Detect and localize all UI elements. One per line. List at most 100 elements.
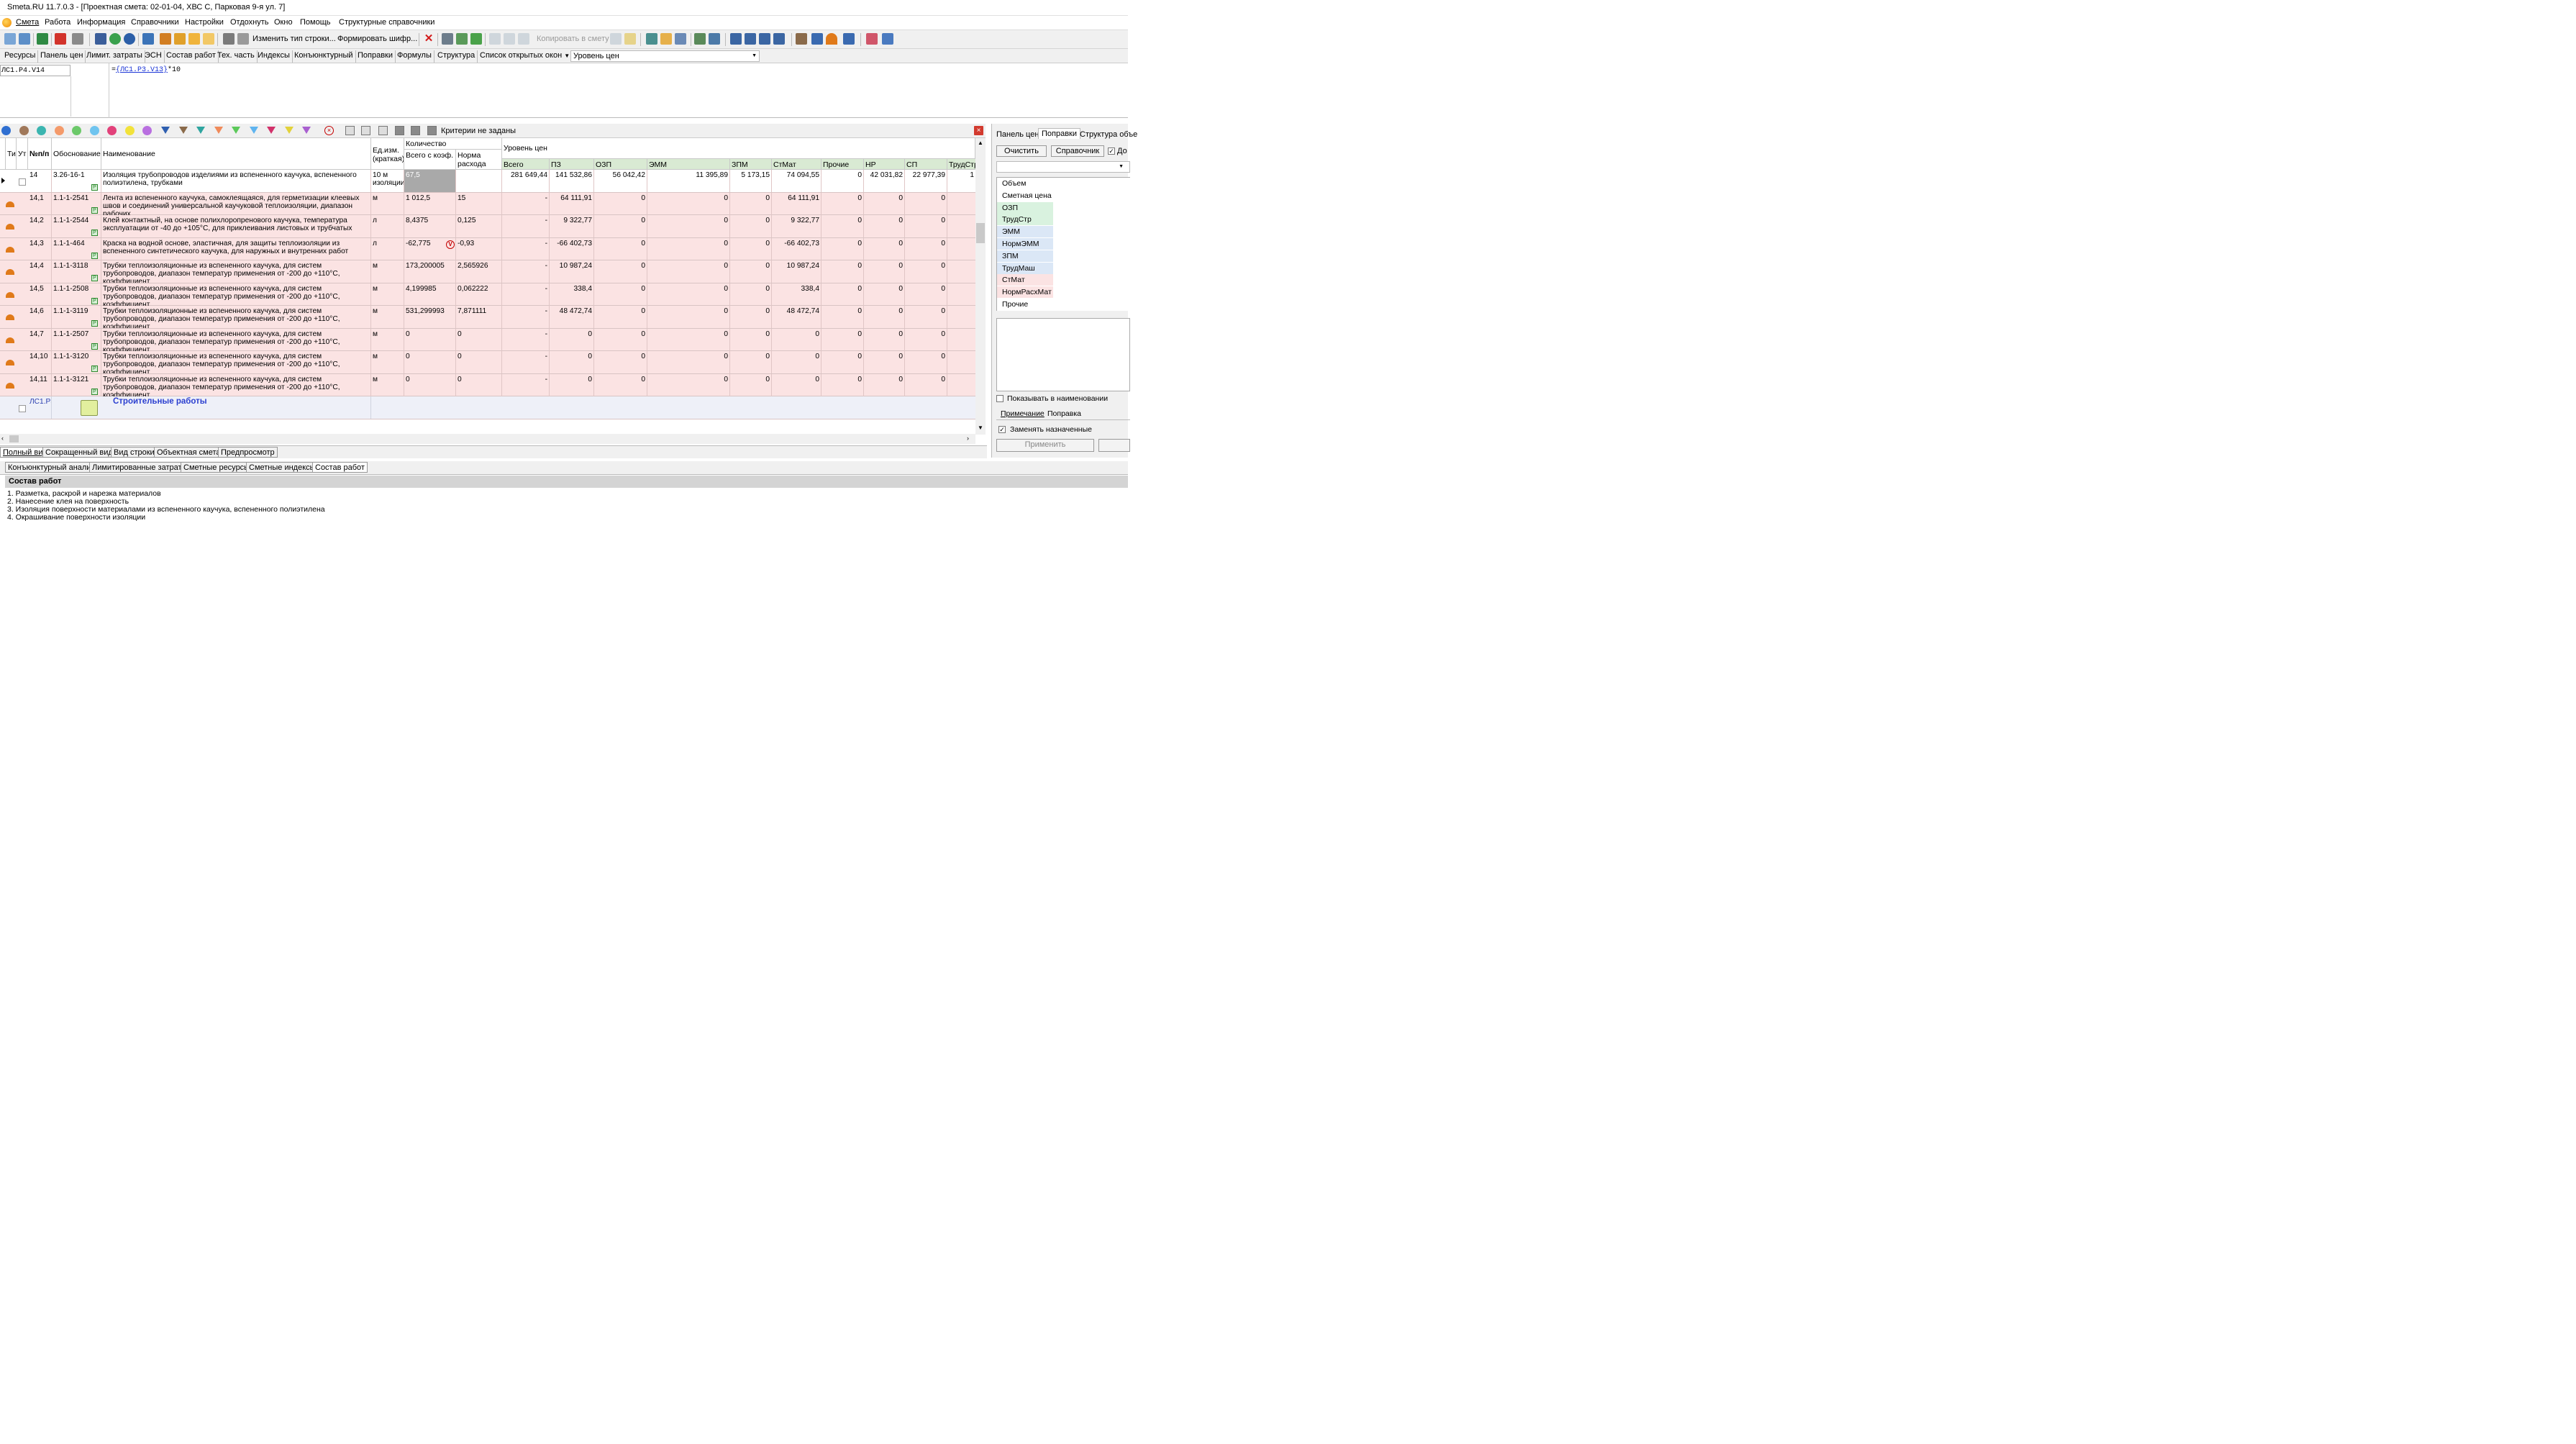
- cell-stmat[interactable]: 0: [772, 373, 822, 396]
- cell-stmat[interactable]: -66 402,73: [772, 237, 822, 260]
- cell-other[interactable]: 0: [822, 215, 864, 237]
- tab-price-panel[interactable]: Панель цен: [38, 50, 86, 63]
- cell-emm[interactable]: 0: [647, 351, 730, 373]
- header-cell-emm[interactable]: ЭММ: [647, 159, 730, 170]
- tool-p-icon[interactable]: [882, 33, 893, 45]
- cell-zpm[interactable]: 0: [730, 260, 772, 283]
- cell-other[interactable]: 0: [822, 192, 864, 215]
- cell-pz[interactable]: 48 472,74: [550, 306, 594, 328]
- cell-nr[interactable]: 42 031,82: [864, 170, 905, 192]
- cell-other[interactable]: 0: [822, 170, 864, 192]
- tab-limit-costs[interactable]: Лимит. затраты: [84, 50, 145, 63]
- cell-pz[interactable]: 0: [550, 373, 594, 396]
- cell-sp[interactable]: 0: [905, 237, 947, 260]
- menu-window[interactable]: Окно: [274, 18, 293, 27]
- cell-emm[interactable]: 0: [647, 260, 730, 283]
- menu-relax[interactable]: Отдохнуть: [230, 18, 269, 27]
- cell-trudstr[interactable]: [947, 238, 975, 260]
- cell-other[interactable]: 0: [822, 283, 864, 306]
- print-preview-icon[interactable]: [237, 33, 249, 45]
- cell-trudstr[interactable]: [947, 215, 975, 237]
- cell-emm[interactable]: 0: [647, 283, 730, 306]
- header-cell-row-marker[interactable]: [0, 138, 6, 170]
- cell-name[interactable]: Краска на водной основе, эластичная, для…: [101, 237, 371, 260]
- scroll-left-icon[interactable]: ‹: [1, 435, 4, 442]
- color-filter-dot[interactable]: [142, 126, 152, 135]
- cell-total[interactable]: -: [502, 260, 550, 283]
- pdf-icon[interactable]: [55, 33, 66, 45]
- cell-norm[interactable]: 0,062222: [456, 283, 502, 306]
- funnel-filter-icon[interactable]: [249, 127, 258, 134]
- cell-unit[interactable]: м: [371, 283, 404, 306]
- outdent-icon[interactable]: [745, 33, 756, 45]
- cell-name[interactable]: Трубки теплоизоляционные из вспененного …: [101, 306, 371, 328]
- machine-icon[interactable]: [843, 33, 855, 45]
- cell-nr[interactable]: 0: [864, 328, 905, 351]
- cell-num[interactable]: 14,11: [28, 373, 52, 396]
- tab-formulas[interactable]: Формулы: [395, 50, 434, 63]
- note-area[interactable]: [996, 318, 1130, 391]
- tab-corrections-right[interactable]: Поправки: [1038, 128, 1081, 139]
- cell-emm[interactable]: 11 395,89: [647, 170, 730, 192]
- color-filter-dot[interactable]: [89, 126, 99, 135]
- correction-item[interactable]: СтМат: [997, 274, 1131, 287]
- delete-icon[interactable]: ✕: [423, 33, 434, 45]
- cell-norm[interactable]: 2,565926: [456, 260, 502, 283]
- change-row-type-button[interactable]: Изменить тип строки...: [252, 35, 336, 43]
- cell-zpm[interactable]: 0: [730, 192, 772, 215]
- cell-trudstr[interactable]: [947, 374, 975, 396]
- table-row[interactable]: 14,10 1.1-1-3120 P Трубки теплоизоляционные…: [0, 351, 975, 374]
- cell-num[interactable]: 14,5: [28, 283, 52, 306]
- cell-total[interactable]: -: [502, 192, 550, 215]
- move-up-icon[interactable]: [470, 33, 482, 45]
- funnel-filter-icon[interactable]: [284, 127, 293, 134]
- cell-nr[interactable]: 0: [864, 260, 905, 283]
- recalc-icon[interactable]: [142, 33, 154, 45]
- tab-note[interactable]: Примечание: [1001, 409, 1044, 418]
- filter-tool-icon[interactable]: [345, 126, 355, 135]
- tool-b-icon[interactable]: [174, 33, 186, 45]
- menu-settings[interactable]: Настройки: [185, 18, 224, 27]
- tool-c-icon[interactable]: [188, 33, 200, 45]
- row-checkbox[interactable]: [19, 405, 26, 412]
- tab-conjuncture-analysis[interactable]: Конъюнктурный анализ: [5, 462, 98, 473]
- header-cell-ozp[interactable]: ОЗП: [594, 159, 647, 170]
- clear-button[interactable]: Очистить: [996, 145, 1047, 157]
- vertical-scrollbar[interactable]: ▲ ▼: [975, 138, 986, 435]
- open-windows-dropdown[interactable]: Список открытых окон ▼: [478, 50, 572, 63]
- header-cell-num[interactable]: №п/п: [28, 138, 52, 170]
- cell-norm[interactable]: [456, 170, 502, 192]
- cell-name[interactable]: Изоляция трубопроводов изделиями из вспе…: [101, 170, 371, 192]
- cell-sp[interactable]: 0: [905, 373, 947, 396]
- cell-total-coef[interactable]: 531,299993: [404, 306, 456, 328]
- color-filter-dot[interactable]: [54, 126, 64, 135]
- cell-zpm[interactable]: 5 173,15: [730, 170, 772, 192]
- correction-item[interactable]: ЭММ: [997, 226, 1131, 239]
- cell-trudstr[interactable]: [947, 306, 975, 328]
- menu-help[interactable]: Помощь: [300, 18, 331, 27]
- paste-icon[interactable]: [518, 33, 529, 45]
- correction-item[interactable]: ЗПМ: [997, 250, 1131, 263]
- form-code-button[interactable]: Формировать шифр...: [337, 35, 417, 43]
- cell-num[interactable]: 14,4: [28, 260, 52, 283]
- funnel-filter-icon[interactable]: [178, 127, 188, 134]
- cell-unit[interactable]: 10 м изоляции: [371, 170, 404, 192]
- cell-other[interactable]: 0: [822, 373, 864, 396]
- color-filter-dot[interactable]: [107, 126, 117, 135]
- cell-unit[interactable]: м: [371, 192, 404, 215]
- truck-icon[interactable]: [811, 33, 823, 45]
- price-level-select[interactable]: Уровень цен ▼: [570, 50, 760, 62]
- horizontal-scrollbar[interactable]: ‹ ›: [0, 434, 975, 444]
- cell-total-coef[interactable]: 1 012,5: [404, 192, 456, 215]
- cell-other[interactable]: 0: [822, 306, 864, 328]
- cell-stmat[interactable]: 64 111,91: [772, 192, 822, 215]
- cut-icon[interactable]: [489, 33, 501, 45]
- tab-corrections[interactable]: Поправки: [355, 50, 396, 63]
- cell-zpm[interactable]: 0: [730, 283, 772, 306]
- cell-stmat[interactable]: 9 322,77: [772, 215, 822, 237]
- extra-button[interactable]: [1098, 439, 1130, 452]
- color-filter-dot[interactable]: [124, 126, 135, 135]
- tab-short-view[interactable]: Сокращенный вид: [42, 447, 116, 458]
- cell-num[interactable]: 14,6: [28, 306, 52, 328]
- cell-trudstr[interactable]: [947, 329, 975, 351]
